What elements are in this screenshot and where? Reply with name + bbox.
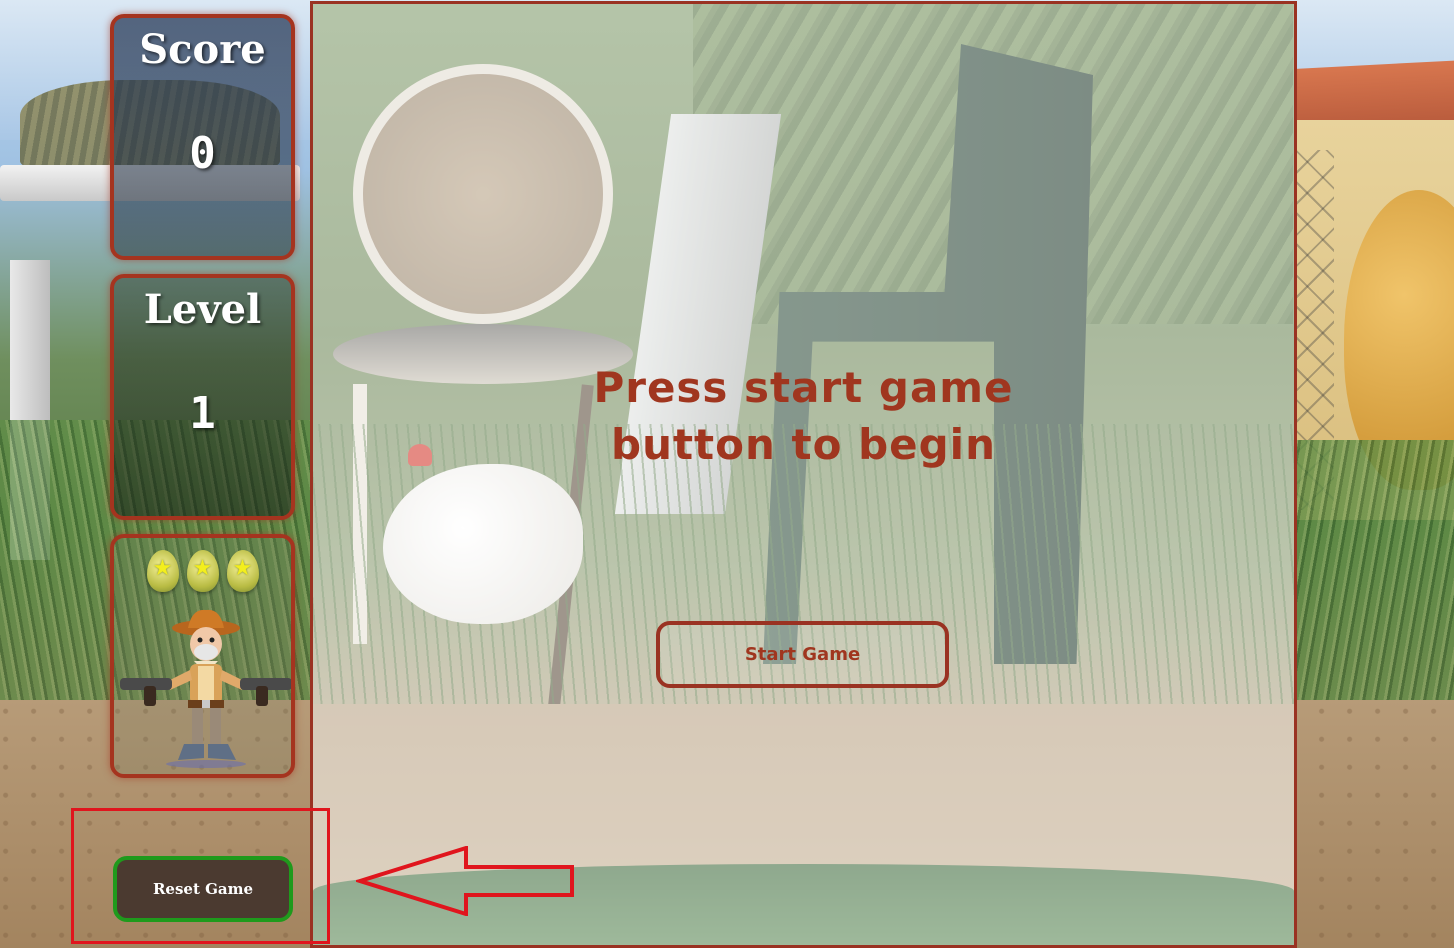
score-title: Score — [139, 26, 266, 73]
start-message: Press start game button to begin — [313, 359, 1294, 473]
reset-game-button[interactable]: Reset Game — [113, 856, 293, 922]
grass-right — [1274, 440, 1454, 740]
start-message-line2: button to begin — [611, 420, 996, 469]
score-panel: Score 0 — [110, 14, 295, 260]
score-value: 0 — [189, 128, 216, 179]
start-game-button[interactable]: Start Game — [656, 621, 949, 688]
egg-life-icon — [186, 550, 219, 592]
egg-life-icon — [146, 550, 179, 592]
lives-panel — [110, 534, 295, 778]
start-message-line1: Press start game — [593, 363, 1014, 412]
level-panel: Level 1 — [110, 274, 295, 520]
board-overlay — [313, 4, 1294, 945]
game-board[interactable]: Press start game button to begin Start G… — [310, 1, 1297, 948]
level-title: Level — [143, 286, 262, 333]
left-arrow-icon — [356, 846, 574, 916]
lives-eggs — [114, 550, 291, 592]
cowboy-character-icon — [120, 609, 291, 768]
level-value: 1 — [189, 388, 216, 439]
egg-life-icon — [226, 550, 259, 592]
